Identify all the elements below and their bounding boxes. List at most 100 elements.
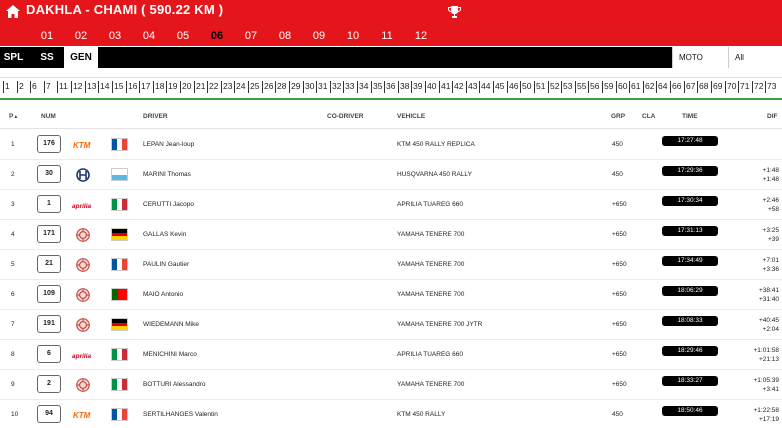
waypoint-item[interactable]: 32 [332, 81, 341, 91]
stage-tab-05[interactable]: 05 [172, 30, 194, 42]
waypoint-item[interactable]: 41 [441, 81, 450, 91]
waypoint-item[interactable]: 11 [59, 81, 68, 91]
waypoint-item[interactable]: 68 [699, 81, 708, 91]
driver-name[interactable]: CERUTTI Jacopo [143, 201, 194, 208]
driver-name[interactable]: GALLAS Kevin [143, 231, 186, 238]
waypoint-item[interactable]: 39 [413, 81, 422, 91]
stage-tab-07[interactable]: 07 [240, 30, 262, 42]
waypoint-item[interactable]: 6 [32, 81, 37, 91]
waypoint-item[interactable]: 33 [345, 81, 354, 91]
tab-spl[interactable]: SPL [0, 47, 27, 68]
tab-ss[interactable]: SS [30, 47, 64, 68]
waypoint-item[interactable]: 50 [522, 81, 531, 91]
waypoint-item[interactable]: 69 [713, 81, 722, 91]
waypoint-item[interactable]: 20 [182, 81, 191, 91]
waypoint-item[interactable]: 12 [73, 81, 82, 91]
waypoint-item[interactable]: 52 [550, 81, 559, 91]
header-pos[interactable]: P▲ [9, 113, 18, 120]
waypoint-item[interactable]: 59 [604, 81, 613, 91]
waypoint-item[interactable]: 46 [509, 81, 518, 91]
waypoint-item[interactable]: 72 [754, 81, 763, 91]
waypoint-item[interactable]: 44 [481, 81, 490, 91]
home-icon[interactable] [6, 5, 20, 18]
gap-to-leader: +3:25 [762, 227, 779, 234]
waypoint-item[interactable]: 71 [740, 81, 749, 91]
waypoint-separator [221, 81, 222, 93]
table-row[interactable]: 3 1 aprilia CERUTTI Jacopo APRILIA TUAREG 66… [0, 190, 782, 220]
tab-gen[interactable]: GEN [64, 47, 98, 68]
waypoint-item[interactable]: 45 [495, 81, 504, 91]
waypoint-item[interactable]: 14 [100, 81, 109, 91]
driver-name[interactable]: PAULIN Gautier [143, 261, 189, 268]
waypoint-item[interactable]: 67 [686, 81, 695, 91]
table-row[interactable]: 7 191 WIEDEMANN Mike YAMAHA TENERE 700 JYTR… [0, 310, 782, 340]
waypoint-item[interactable]: 24 [236, 81, 245, 91]
waypoint-item[interactable]: 1 [5, 81, 10, 91]
driver-name[interactable]: BOTTURI Alessandro [143, 381, 206, 388]
waypoint-item[interactable]: 15 [114, 81, 123, 91]
waypoint-item[interactable]: 21 [196, 81, 205, 91]
waypoint-item[interactable]: 7 [46, 81, 51, 91]
stage-tab-08[interactable]: 08 [274, 30, 296, 42]
class-select[interactable]: All [728, 47, 782, 68]
waypoint-item[interactable]: 13 [87, 81, 96, 91]
waypoint-item[interactable]: 28 [277, 81, 286, 91]
waypoint-item[interactable]: 2 [19, 81, 24, 91]
waypoint-item[interactable]: 56 [590, 81, 599, 91]
waypoint-item[interactable]: 25 [250, 81, 259, 91]
stage-tab-04[interactable]: 04 [138, 30, 160, 42]
table-row[interactable]: 4 171 GALLAS Kevin YAMAHA TENERE 700 +650 17:… [0, 220, 782, 250]
waypoint-item[interactable]: 66 [672, 81, 681, 91]
waypoint-item[interactable]: 16 [128, 81, 137, 91]
stage-tab-12[interactable]: 12 [410, 30, 432, 42]
stage-tab-10[interactable]: 10 [342, 30, 364, 42]
table-row[interactable]: 5 21 PAULIN Gautier YAMAHA TENERE 700 +650 17… [0, 250, 782, 280]
waypoint-item[interactable]: 43 [468, 81, 477, 91]
waypoint-item[interactable]: 42 [454, 81, 463, 91]
waypoint-item[interactable]: 18 [155, 81, 164, 91]
waypoint-item[interactable]: 70 [727, 81, 736, 91]
trophy-icon[interactable] [448, 6, 461, 18]
waypoint-item[interactable]: 17 [141, 81, 150, 91]
waypoint-item[interactable]: 36 [386, 81, 395, 91]
waypoint-item[interactable]: 35 [373, 81, 382, 91]
waypoint-item[interactable]: 31 [318, 81, 327, 91]
waypoint-item[interactable]: 40 [427, 81, 436, 91]
waypoint-item[interactable]: 26 [264, 81, 273, 91]
table-row[interactable]: 9 2 BOTTURI Alessandro YAMAHA TENERE 700 +65… [0, 370, 782, 400]
stage-tab-09[interactable]: 09 [308, 30, 330, 42]
waypoint-item[interactable]: 73 [767, 81, 776, 91]
table-row[interactable]: 10 94 KTM SERTILHANGES Valentin KTM 450 RALL… [0, 400, 782, 428]
table-row[interactable]: 8 6 aprilia MENICHINI Marco APRILIA TUAREG 6… [0, 340, 782, 370]
waypoint-item[interactable]: 60 [618, 81, 627, 91]
waypoint-item[interactable]: 34 [359, 81, 368, 91]
waypoint-item[interactable]: 22 [209, 81, 218, 91]
waypoint-item[interactable]: 64 [658, 81, 667, 91]
category-select[interactable]: MOTO [672, 47, 728, 68]
driver-name[interactable]: MAIO Antonio [143, 291, 183, 298]
stage-tab-02[interactable]: 02 [70, 30, 92, 42]
table-row[interactable]: 6 109 MAIO Antonio YAMAHA TENERE 700 +650 18:… [0, 280, 782, 310]
driver-name[interactable]: SERTILHANGES Valentin [143, 411, 218, 418]
stage-tab-03[interactable]: 03 [104, 30, 126, 42]
waypoint-item[interactable]: 62 [645, 81, 654, 91]
waypoint-item[interactable]: 38 [400, 81, 409, 91]
waypoint-item[interactable]: 19 [168, 81, 177, 91]
stage-tab-11[interactable]: 11 [376, 30, 398, 42]
table-row[interactable]: 2 30 MARINI Thomas HUSQVARNA 450 RALLY 450 17… [0, 160, 782, 190]
stage-tab-06[interactable]: 06 [206, 30, 228, 42]
waypoint-item[interactable]: 53 [563, 81, 572, 91]
driver-name[interactable]: MENICHINI Marco [143, 351, 197, 358]
waypoint-item[interactable]: 23 [223, 81, 232, 91]
table-row[interactable]: 1 176 KTM LEPAN Jean-loup KTM 450 RALLY REPL… [0, 130, 782, 160]
waypoint-item[interactable]: 30 [305, 81, 314, 91]
waypoint-item[interactable]: 55 [577, 81, 586, 91]
waypoint-separator [575, 81, 576, 93]
waypoint-item[interactable]: 51 [536, 81, 545, 91]
stage-tab-01[interactable]: 01 [36, 30, 58, 42]
driver-name[interactable]: MARINI Thomas [143, 171, 191, 178]
driver-name[interactable]: LEPAN Jean-loup [143, 141, 194, 148]
waypoint-item[interactable]: 61 [631, 81, 640, 91]
driver-name[interactable]: WIEDEMANN Mike [143, 321, 199, 328]
waypoint-item[interactable]: 29 [291, 81, 300, 91]
